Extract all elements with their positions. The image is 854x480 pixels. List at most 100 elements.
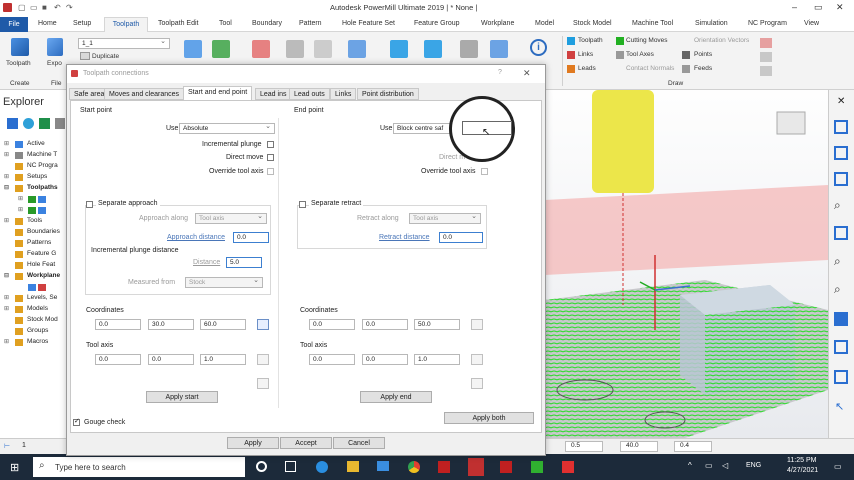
feeds-icon[interactable] [490, 40, 508, 58]
view-cube[interactable] [776, 111, 806, 135]
start-axis-k[interactable]: 1.0 [200, 354, 246, 365]
tab-moves-and-clearances[interactable]: Moves and clearances [104, 88, 185, 100]
view-iso2-icon[interactable] [834, 172, 848, 186]
end-axis-i[interactable]: 0.0 [309, 354, 355, 365]
start-pick-point-icon[interactable] [257, 319, 269, 330]
open-folder-icon[interactable]: ▭ [30, 3, 39, 12]
accept-button[interactable]: Accept [280, 437, 332, 449]
explorer-filter-icon[interactable] [39, 118, 50, 129]
mail-icon[interactable] [377, 461, 389, 471]
draw-tool-axes[interactable]: Tool Axes [626, 51, 654, 58]
toolpath-icon[interactable] [11, 38, 29, 56]
retract-distance-input[interactable]: 0.0 [439, 232, 483, 243]
grid-icon[interactable] [760, 52, 772, 62]
transform-icon[interactable] [314, 40, 332, 58]
end-calculator-icon[interactable] [471, 378, 483, 389]
start-axis-j[interactable]: 0.0 [148, 354, 194, 365]
tree-item-levels[interactable]: ⊞ Levels, Se [0, 293, 67, 304]
view-iso-icon[interactable] [834, 146, 848, 160]
tab-links[interactable]: Links [330, 88, 357, 100]
draw-contact-normals[interactable]: Contact Normals [626, 65, 674, 72]
solidworks-icon[interactable] [438, 461, 450, 473]
end-axis-k[interactable]: 1.0 [414, 354, 460, 365]
apply-button[interactable]: Apply [227, 437, 279, 449]
recorder-icon[interactable] [562, 461, 574, 473]
draw-feeds[interactable]: Feeds [694, 65, 712, 72]
chrome-icon[interactable] [408, 461, 420, 473]
tab-workplane[interactable]: Workplane [481, 20, 514, 27]
calculate-icon[interactable] [212, 40, 230, 58]
approach-distance-input[interactable]: 0.0 [233, 232, 269, 243]
start-calculator-icon[interactable] [257, 378, 269, 389]
save-icon[interactable]: ■ [42, 3, 51, 12]
tab-start-and-end-point[interactable]: Start and end point [183, 86, 253, 100]
end-coord-z[interactable]: 50.0 [414, 319, 460, 330]
select-icon[interactable]: ↖ [835, 400, 844, 413]
clock-time[interactable]: 11:25 PM [787, 457, 816, 464]
tab-feature-group[interactable]: Feature Group [414, 20, 460, 27]
tree-item-toolpaths[interactable]: ⊟ Toolpaths [0, 183, 67, 194]
powermill-taskbar-icon[interactable] [468, 458, 484, 476]
wireframe-icon[interactable] [834, 340, 848, 354]
zoom-box-icon[interactable]: ⌕ [834, 282, 841, 297]
diameter-field[interactable]: 40.0 [620, 441, 658, 452]
end-coord-y[interactable]: 0.0 [362, 319, 408, 330]
tab-tool[interactable]: Tool [219, 20, 232, 27]
tree-item-feature-groups[interactable]: Feature G [0, 249, 67, 260]
task-view-icon[interactable] [285, 461, 296, 472]
edit-icon[interactable] [460, 40, 478, 58]
tab-setup[interactable]: Setup [73, 20, 91, 27]
start-coord-x[interactable]: 0.0 [95, 319, 141, 330]
end-pick-point-icon[interactable] [471, 319, 483, 330]
tree-item-workplanes[interactable]: ⊟ Workplane [0, 271, 67, 282]
tab-lead-outs[interactable]: Lead outs [289, 88, 330, 100]
feature-icon[interactable] [286, 40, 304, 58]
start-coord-z[interactable]: 60.0 [200, 319, 246, 330]
taskbar-search[interactable]: ⌕ Type here to search [33, 457, 245, 477]
tree-item-tools[interactable]: ⊞ Tools [0, 216, 67, 227]
tab-toolpath-edit[interactable]: Toolpath Edit [158, 20, 198, 27]
tab-simulation[interactable]: Simulation [695, 20, 728, 27]
windows-start-icon[interactable]: ⊞ [10, 461, 19, 474]
tree-item-toolpath-2[interactable]: ⊞ [0, 205, 67, 216]
draw-points[interactable]: Points [694, 51, 712, 58]
connections-icon[interactable] [348, 40, 366, 58]
tree-item-active[interactable]: ⊞ Active [0, 139, 67, 150]
new-file-icon[interactable]: ▢ [18, 3, 27, 12]
draw-leads[interactable]: Leads [578, 65, 596, 72]
tab-hole-feature-set[interactable]: Hole Feature Set [342, 20, 395, 27]
thickness-field[interactable]: 0.4 [674, 441, 712, 452]
dialog-close-icon[interactable]: ✕ [523, 68, 531, 79]
tree-item-patterns[interactable]: Patterns [0, 238, 67, 249]
stock-view-icon[interactable] [834, 370, 848, 384]
tree-item-models[interactable]: ⊞ Models [0, 304, 67, 315]
tree-item-groups[interactable]: Groups [0, 326, 67, 337]
file-explorer-icon[interactable] [347, 461, 359, 472]
notification-icon[interactable]: ▭ [834, 462, 842, 471]
dialog-help-icon[interactable]: ? [498, 69, 502, 76]
tab-model[interactable]: Model [535, 20, 554, 27]
acrobat-icon[interactable] [500, 461, 512, 473]
zoom-icon[interactable]: ⌕ [834, 198, 841, 213]
maximize-icon[interactable]: ▭ [814, 2, 823, 13]
info-icon[interactable]: i [530, 39, 547, 56]
tree-item-stock-models[interactable]: Stock Mod [0, 315, 67, 326]
cortana-icon[interactable] [256, 461, 267, 472]
view-top-icon[interactable] [834, 226, 848, 240]
tab-home[interactable]: Home [38, 20, 57, 27]
tree-item-hole-feature-sets[interactable]: Hole Feat [0, 260, 67, 271]
tab-stock-model[interactable]: Stock Model [573, 20, 612, 27]
tab-toolpath[interactable]: Toolpath [104, 17, 148, 32]
volume-icon[interactable]: ◁ [722, 461, 728, 470]
tab-machine-tool[interactable]: Machine Tool [632, 20, 673, 27]
camtasia-icon[interactable] [531, 461, 543, 473]
incremental-plunge-checkbox[interactable] [267, 141, 274, 148]
verify-icon[interactable] [252, 40, 270, 58]
tree-item-workplane-1[interactable] [0, 282, 67, 293]
tree-item-boundaries[interactable]: Boundaries [0, 227, 67, 238]
toolpath-select[interactable]: 1_1 [78, 38, 170, 49]
links-icon[interactable] [424, 40, 442, 58]
end-axis-j[interactable]: 0.0 [362, 354, 408, 365]
export-icon[interactable] [47, 38, 63, 56]
tray-chevron-icon[interactable]: ^ [688, 461, 692, 470]
